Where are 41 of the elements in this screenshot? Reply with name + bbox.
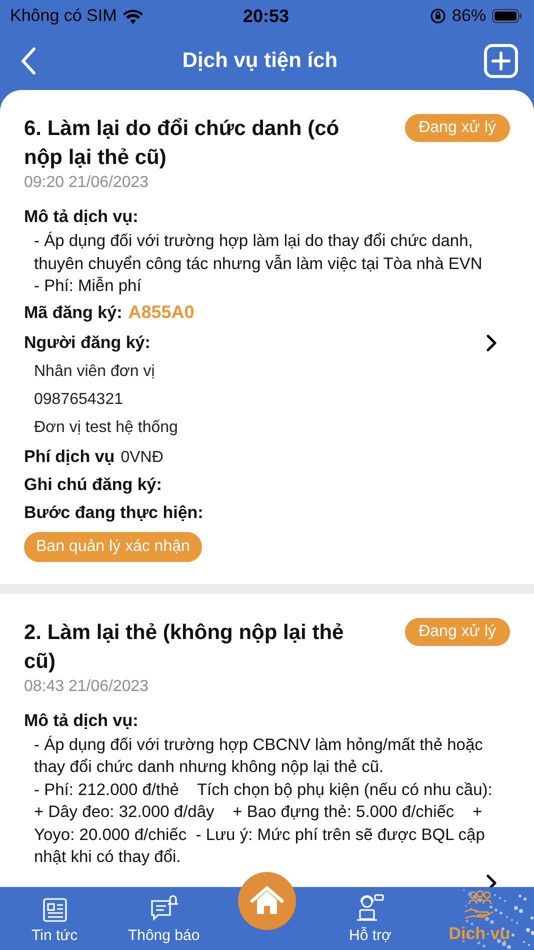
description-text: - Áp dụng đối với trường hợp làm lại do thay đổi chức danh, thuyên chuyển công tác nhưng vẫn làm việc tại Tòa nhà EVN - Phí: Miễn phí xyxy=(33,230,484,297)
add-icon[interactable] xyxy=(484,44,518,78)
service-card[interactable] xyxy=(0,90,534,584)
registration-code: A855A0 xyxy=(128,302,194,322)
timestamp: 09:20 21/06/2023 xyxy=(24,174,150,192)
hand-people-icon xyxy=(463,890,496,920)
nav-tab[interactable]: Thông báo xyxy=(109,887,218,950)
nav-tab[interactable]: Tin tức xyxy=(0,887,110,950)
screen-title: Dịch vụ tiện ích xyxy=(182,49,338,73)
fee-value: 0VNĐ xyxy=(120,448,164,466)
battery-icon xyxy=(492,9,522,23)
service-title: 6. Làm lại do đổi chức danh (có nộp lại thẻ cũ) xyxy=(24,116,340,171)
nav-tab[interactable]: Hỗ trợ xyxy=(316,887,425,950)
code-label: Mã đăng ký: xyxy=(24,302,122,324)
registrant-info: Nhân viên đơn vị xyxy=(33,362,156,382)
registrant-info: 0987654321 xyxy=(33,390,124,410)
registrant-info: Đơn vị test hệ thống xyxy=(33,418,179,438)
newspaper-icon xyxy=(40,897,69,923)
support-agent-icon xyxy=(355,893,386,923)
status-badge: Đang xử lý xyxy=(404,114,510,142)
carrier-label: Không có SIM xyxy=(10,6,117,26)
description-label: Mô tả dịch vụ: xyxy=(24,206,138,228)
clock-time: 20:53 xyxy=(242,6,290,26)
description-label: Mô tả dịch vụ: xyxy=(24,710,138,732)
service-title: 2. Làm lại thẻ (không nộp lại thẻ cũ) xyxy=(24,620,345,674)
description-text: - Áp dụng đối với trường hợp CBCNV làm hỏng/mất thẻ hoặc thay đổi chức danh nhưng không nộp lại thẻ cũ. - Phí: 212.000 đ/thẻ Tích chọn bộ phụ kiện (nếu có nhu cầu): + Dây đeo: 32.000 đ/dây + Bao đựng thẻ: 5.000 đ/chiếc + Yoyo: 20.000 đ/chiếc - Lưu ý: Mức phí trên sẽ được BQL cập nhật khi có thay đổi. xyxy=(33,734,494,868)
chevron-right-icon[interactable] xyxy=(486,874,498,887)
back-icon[interactable] xyxy=(20,47,36,75)
home-icon xyxy=(250,886,284,916)
fee-label: Phí dịch vụ xyxy=(24,446,115,468)
wifi-icon xyxy=(122,8,143,24)
battery-percent: 86% xyxy=(452,6,486,26)
rotation-lock-icon xyxy=(430,8,446,24)
status-badge: Đang xử lý xyxy=(404,618,510,646)
message-bell-icon xyxy=(148,895,179,923)
chevron-right-icon[interactable] xyxy=(486,334,498,352)
service-card[interactable] xyxy=(0,594,534,887)
timestamp: 08:43 21/06/2023 xyxy=(24,678,150,696)
step-label: Bước đang thực hiện: xyxy=(24,502,204,524)
note-label: Ghi chú đăng ký: xyxy=(24,474,162,496)
registrant-label: Người đăng ký: xyxy=(24,332,150,354)
